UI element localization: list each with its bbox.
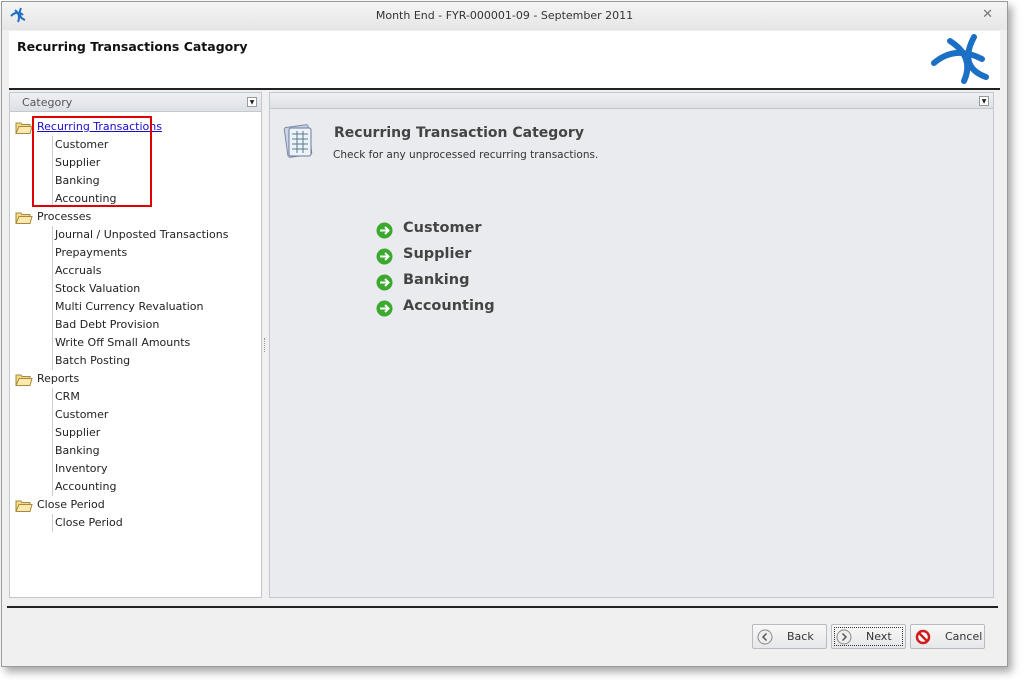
- category-link-label[interactable]: Banking: [403, 272, 469, 288]
- tree-item[interactable]: Bad Debt Provision: [55, 316, 159, 334]
- category-link-label[interactable]: Supplier: [403, 246, 471, 262]
- tree-group-label[interactable]: Reports: [37, 370, 79, 388]
- folder-icon: [15, 373, 33, 392]
- tree-item[interactable]: Customer: [55, 406, 108, 424]
- category-panel-header: Category ▼: [10, 93, 261, 112]
- back-button[interactable]: Back: [752, 624, 827, 649]
- tree-item[interactable]: Banking: [55, 442, 100, 460]
- tree-item[interactable]: Batch Posting: [55, 352, 130, 370]
- chevron-left-icon: [757, 629, 773, 645]
- panel-menu-button[interactable]: ▼: [247, 97, 257, 107]
- content-subtitle: Check for any unprocessed recurring tran…: [333, 149, 599, 161]
- category-link-label[interactable]: Customer: [403, 220, 482, 236]
- chevron-right-icon: [836, 629, 852, 645]
- content-title: Recurring Transaction Category: [334, 125, 584, 141]
- content-panel: ▼ Recurring Transaction Category Check f…: [269, 92, 994, 598]
- tree-item[interactable]: Accounting: [55, 478, 116, 496]
- category-link-label[interactable]: Accounting: [403, 298, 495, 314]
- arrow-right-icon: [376, 274, 393, 291]
- tree-item[interactable]: CRM: [55, 388, 80, 406]
- tree-item[interactable]: Write Off Small Amounts: [55, 334, 190, 352]
- brand-logo-icon: [931, 34, 989, 84]
- tree-connector: [52, 226, 53, 370]
- tree-group-label[interactable]: Processes: [37, 208, 91, 226]
- tree-item[interactable]: Inventory: [55, 460, 108, 478]
- content-menu-button[interactable]: ▼: [979, 96, 989, 106]
- tree-item[interactable]: Multi Currency Revaluation: [55, 298, 203, 316]
- window-title: Month End - FYR-000001-09 - September 20…: [375, 9, 634, 22]
- arrow-right-icon: [376, 248, 393, 265]
- tree-item[interactable]: Stock Valuation: [55, 280, 140, 298]
- title-bar: Month End - FYR-000001-09 - September 20…: [2, 2, 1007, 30]
- next-button[interactable]: Next: [831, 624, 906, 649]
- category-tree: Recurring Transactions Customer Supplier Ba…: [15, 116, 256, 590]
- highlight-box: [32, 116, 152, 207]
- tree-group-label[interactable]: Close Period: [37, 496, 105, 514]
- cancel-label: Cancel: [945, 630, 983, 643]
- category-panel-title: Category: [22, 96, 73, 109]
- next-label: Next: [866, 630, 892, 643]
- page-title: Recurring Transactions Catagory: [17, 39, 248, 54]
- tree-item[interactable]: Accruals: [55, 262, 101, 280]
- arrow-right-icon: [376, 222, 393, 239]
- tree-item[interactable]: Close Period: [55, 514, 123, 532]
- folder-icon: [15, 211, 33, 230]
- footer-divider: [7, 606, 998, 608]
- splitter-handle[interactable]: [264, 338, 267, 352]
- folder-icon: [15, 121, 33, 140]
- page-header: Recurring Transactions Catagory: [9, 31, 1000, 90]
- back-label: Back: [787, 630, 814, 643]
- content-panel-header: ▼: [270, 93, 993, 109]
- category-panel: Category ▼ Recurring Transactions Customer…: [9, 92, 262, 598]
- tree-connector: [52, 388, 53, 496]
- close-icon[interactable]: ✕: [982, 7, 993, 22]
- cancel-icon: [915, 629, 931, 645]
- spreadsheet-icon: [283, 124, 313, 158]
- tree-item[interactable]: Prepayments: [55, 244, 127, 262]
- cancel-button[interactable]: Cancel: [910, 624, 985, 649]
- tree-connector: [52, 514, 53, 532]
- arrow-right-icon: [376, 300, 393, 317]
- folder-icon: [15, 499, 33, 518]
- tree-item[interactable]: Supplier: [55, 424, 100, 442]
- tree-item[interactable]: Journal / Unposted Transactions: [55, 226, 228, 244]
